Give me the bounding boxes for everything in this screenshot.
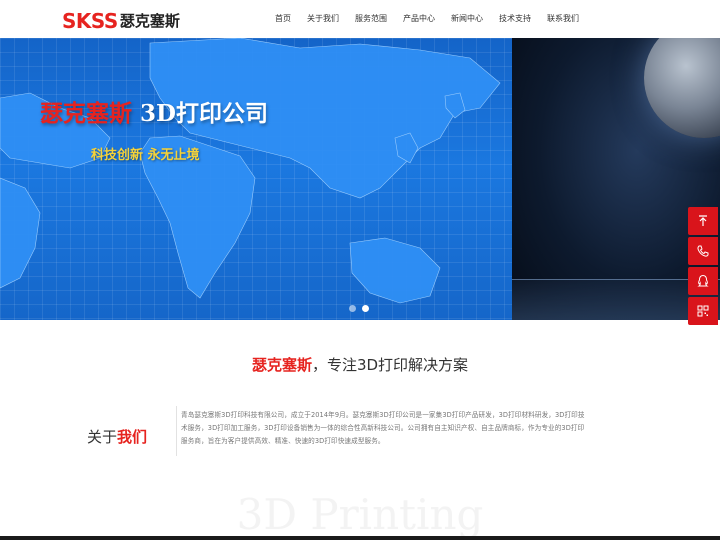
back-to-top-button[interactable] — [688, 207, 718, 235]
nav-item-services[interactable]: 服务范围 — [347, 0, 395, 38]
about-description: 青岛瑟克塞斯3D打印科技有限公司，成立于2014年9月。瑟克塞斯3D打印公司是一… — [181, 411, 585, 445]
slider-dot-1[interactable] — [349, 305, 356, 312]
slider-pagination — [349, 305, 369, 312]
about-label-suffix: 我们 — [117, 428, 148, 446]
phone-icon — [697, 245, 709, 257]
nav-item-about[interactable]: 关于我们 — [299, 0, 347, 38]
about-divider — [176, 406, 177, 456]
banner-title: 瑟克塞斯 3D打印公司 — [40, 94, 268, 128]
nav-item-news[interactable]: 新闻中心 — [443, 0, 491, 38]
watermark-text: 3D Printing — [236, 490, 484, 539]
logo-text: 瑟克塞斯 — [119, 12, 180, 30]
banner-title-rest: 3D打印公司 — [132, 100, 268, 127]
nav-item-products[interactable]: 产品中心 — [395, 0, 443, 38]
phone-button[interactable] — [688, 237, 718, 265]
banner-title-brand: 瑟克塞斯 — [40, 100, 132, 127]
hero-banner: 瑟克塞斯 3D打印公司 科技创新 永无止境 — [0, 38, 720, 320]
main-nav: 首页 关于我们 服务范围 产品中心 新闻中心 技术支持 联系我们 — [264, 0, 587, 38]
bottom-dark-bar — [0, 536, 720, 540]
banner-subtitle: 科技创新 永无止境 — [91, 148, 200, 163]
qq-button[interactable] — [688, 267, 718, 295]
nav-item-home[interactable]: 首页 — [264, 0, 299, 38]
site-logo[interactable]: SKSS 瑟克塞斯 — [62, 8, 180, 34]
logo-mark: SKSS — [62, 9, 118, 33]
site-header: SKSS 瑟克塞斯 首页 关于我们 服务范围 产品中心 新闻中心 技术支持 联系… — [0, 0, 720, 38]
qrcode-button[interactable] — [688, 297, 718, 325]
nav-item-support[interactable]: 技术支持 — [491, 0, 539, 38]
nav-item-contact[interactable]: 联系我们 — [539, 0, 587, 38]
top-arrow-icon — [699, 215, 707, 226]
world-map-graphic — [0, 38, 501, 304]
floating-side-toolbar — [688, 207, 718, 327]
about-section-heading: 瑟克塞斯，专注3D打印解决方案 — [0, 354, 720, 375]
about-label-prefix: 关于 — [87, 428, 118, 446]
about-heading-rest: ，专注3D打印解决方案 — [311, 356, 469, 374]
qq-icon — [697, 274, 709, 287]
about-us-label: 关于我们 — [87, 426, 147, 447]
slider-dot-2[interactable] — [362, 305, 369, 312]
about-heading-brand: 瑟克塞斯 — [251, 356, 312, 374]
qrcode-icon — [697, 305, 709, 317]
